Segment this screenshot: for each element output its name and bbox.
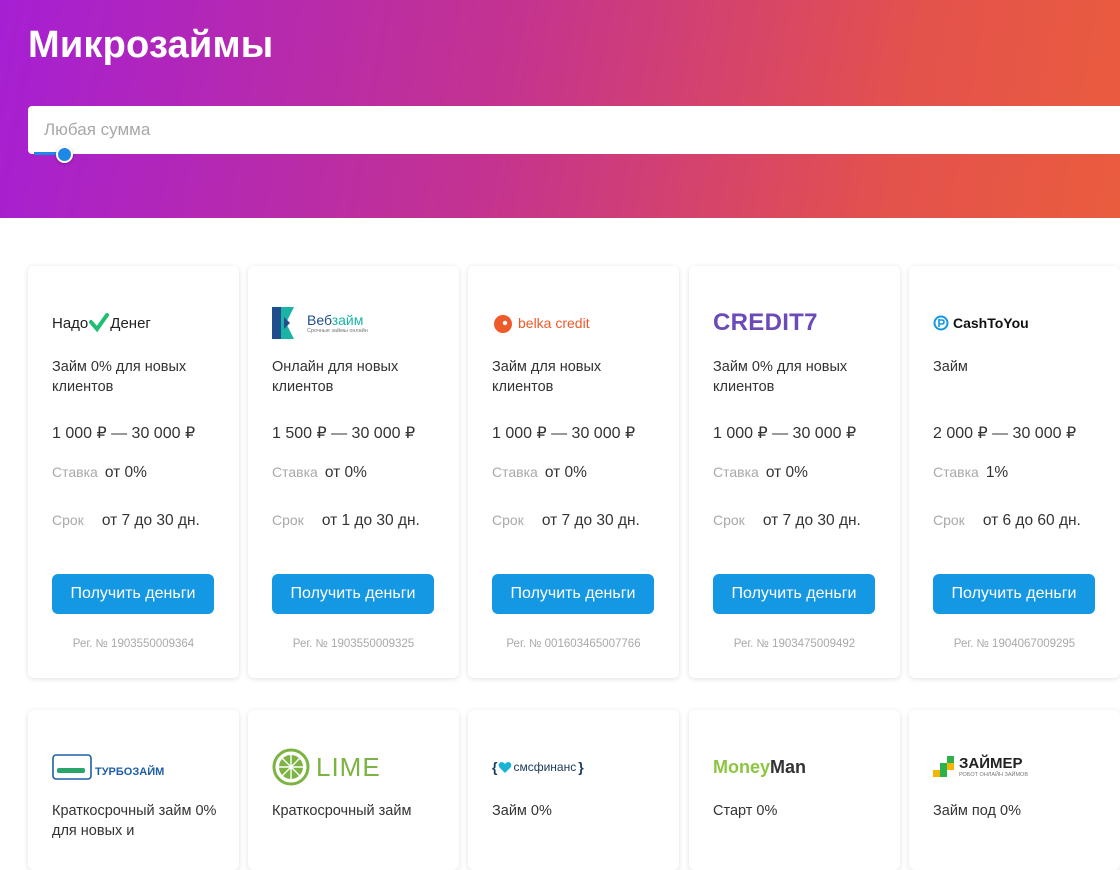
heart-icon [499,761,512,773]
lender-logo[interactable]: LIME [272,748,442,786]
lender-logo[interactable]: Money Man [713,750,883,784]
lender-logo[interactable]: CREDIT7 [713,306,883,340]
offer-description: Онлайн для новых клиентов [272,359,399,395]
hero-banner: Микрозаймы [0,0,1120,218]
term-row: Срок от 1 до 30 дн. [272,512,420,530]
offer-description: Старт 0% [713,803,778,819]
checkmark-icon [89,313,110,333]
lender-logo[interactable]: CashToYou [933,306,1103,340]
rate-row: Ставка 1% [933,464,1008,482]
registration-number: Рег. № 1904067009295 [953,638,1076,650]
get-money-button[interactable]: Получить деньги [52,574,214,614]
rate-row: Ставка от 0% [713,464,808,482]
term-value: от 7 до 30 дн. [541,512,640,529]
offer-description: Займ 0% для новых клиентов [713,359,848,395]
amount-range: 1 000 ₽ — 30 000 ₽ [713,425,857,442]
rate-label: Ставка [272,464,318,480]
registration-number: Рег. № 1903550009364 [72,638,195,650]
term-label: Срок [272,512,304,528]
lender-logo[interactable]: ЗАЙМЕР РОБОТ ОНЛАЙН ЗАЙМОВ [933,750,1103,784]
rate-row: Ставка от 0% [272,464,367,482]
squirrel-icon [494,315,512,333]
amount-slider-handle[interactable] [56,146,73,163]
lender-logo[interactable]: ТУРБОЗАЙМ [52,750,222,784]
webzaim-logo-icon [272,307,294,339]
offer-description: Займ 0% для новых клиентов [52,359,187,395]
offer-card-turbozaim: ТУРБОЗАЙМ Краткосрочный займ 0% для новы… [28,710,239,870]
offer-card-smsfinance: { смсфинанс } Займ 0% [468,710,679,870]
amount-range: 2 000 ₽ — 30 000 ₽ [933,425,1077,442]
lender-logo[interactable]: { смсфинанс } [492,750,662,784]
term-row: Срок от 7 до 30 дн. [713,512,861,530]
lender-logo[interactable]: Вебзайм Срочные займы онлайн [272,306,442,340]
get-money-button[interactable]: Получить деньги [713,574,875,614]
amount-input[interactable] [28,106,1120,154]
registration-number: Рег. № 1903475009492 [733,638,856,650]
page-title: Микрозаймы [28,24,274,66]
term-value: от 7 до 30 дн. [101,512,200,529]
rate-value: 1% [985,464,1009,481]
term-label: Срок [52,512,84,528]
term-value: от 7 до 30 дн. [762,512,861,529]
offer-description: Займ [933,359,968,375]
offer-card-nado-deneg: Надо Денег Займ 0% для новых клиентов 1 … [28,266,239,678]
get-money-button[interactable]: Получить деньги [933,574,1095,614]
lender-logo[interactable]: belka credit [492,306,662,340]
offer-card-zaimer: ЗАЙМЕР РОБОТ ОНЛАЙН ЗАЙМОВ Займ под 0% [909,710,1120,870]
cashtoyou-icon [933,315,949,331]
rate-label: Ставка [933,464,979,480]
amount-range: 1 000 ₽ — 30 000 ₽ [52,425,196,442]
offer-card-belka-credit: belka credit Займ для новых клиентов 1 0… [468,266,679,678]
term-value: от 1 до 30 дн. [321,512,420,529]
rate-value: от 0% [104,464,147,481]
offer-description: Краткосрочный займ [272,803,412,819]
rate-value: от 0% [765,464,808,481]
zaimer-icon [933,756,954,777]
term-label: Срок [933,512,965,528]
registration-number: Рег. № 001603465007766 [506,638,641,650]
offer-description: Краткосрочный займ 0% для новых и [52,803,217,839]
rate-label: Ставка [52,464,98,480]
offer-description: Займ под 0% [933,803,1021,819]
rate-value: от 0% [544,464,587,481]
offer-card-moneyman: Money Man Старт 0% [689,710,900,870]
term-label: Срок [492,512,524,528]
offer-description: Займ 0% [492,803,552,819]
term-row: Срок от 6 до 60 дн. [933,512,1081,530]
rate-label: Ставка [492,464,538,480]
turbozaim-icon [52,754,92,780]
offer-card-cashtoyou: CashToYou Займ 2 000 ₽ — 30 000 ₽ Ставка… [909,266,1120,678]
amount-field[interactable] [28,106,1120,154]
amount-range: 1 500 ₽ — 30 000 ₽ [272,425,416,442]
lender-logo[interactable]: Надо Денег [52,306,222,340]
term-row: Срок от 7 до 30 дн. [52,512,200,530]
offer-description: Займ для новых клиентов [492,359,602,395]
offer-card-webzaim: Вебзайм Срочные займы онлайн Онлайн для … [248,266,459,678]
rate-row: Ставка от 0% [52,464,147,482]
rate-label: Ставка [713,464,759,480]
get-money-button[interactable]: Получить деньги [492,574,654,614]
offer-card-lime: LIME Краткосрочный займ [248,710,459,870]
amount-range: 1 000 ₽ — 30 000 ₽ [492,425,636,442]
term-label: Срок [713,512,745,528]
lime-icon [272,748,310,786]
term-value: от 6 до 60 дн. [982,512,1081,529]
registration-number: Рег. № 1903550009325 [292,638,415,650]
term-row: Срок от 7 до 30 дн. [492,512,640,530]
rate-row: Ставка от 0% [492,464,587,482]
rate-value: от 0% [324,464,367,481]
get-money-button[interactable]: Получить деньги [272,574,434,614]
offer-card-credit7: CREDIT7 Займ 0% для новых клиентов 1 000… [689,266,900,678]
